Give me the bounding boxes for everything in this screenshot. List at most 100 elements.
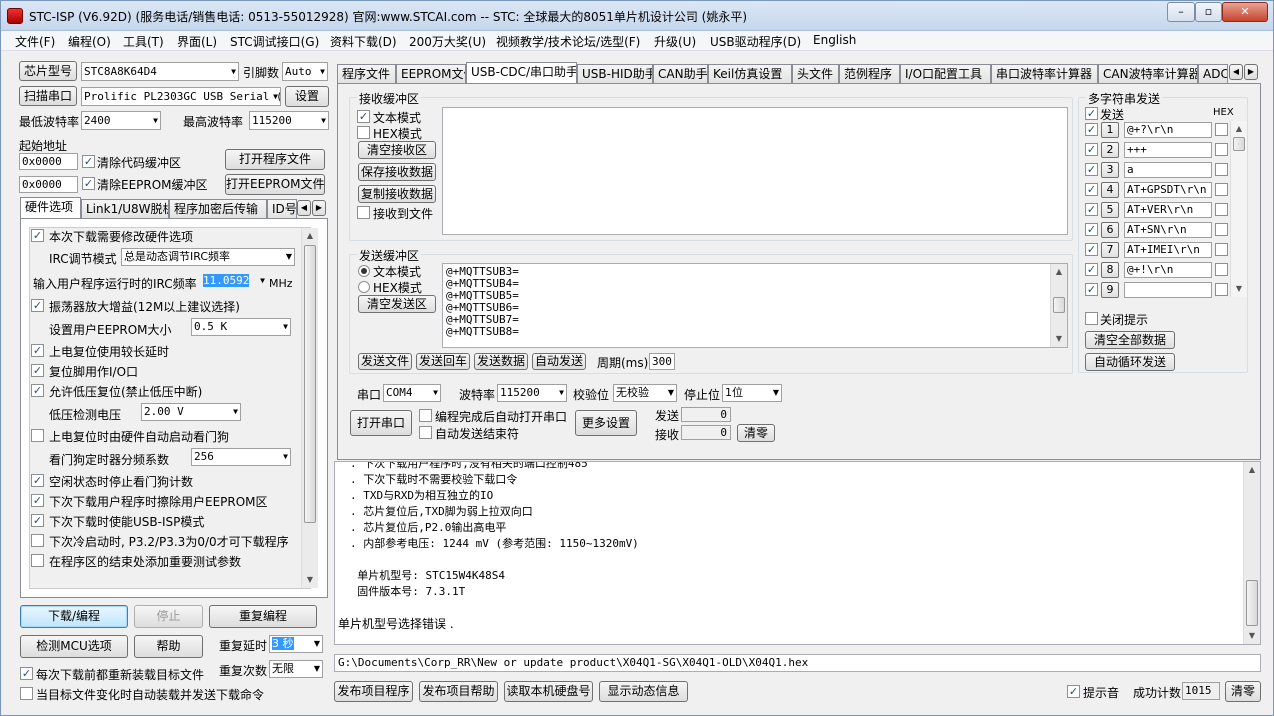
minimize-button[interactable]: – [1167,2,1195,22]
repeat-program-button[interactable]: 重复编程 [209,605,317,628]
irc-freq-select[interactable]: 11.0592 ▼ [201,273,267,291]
multi-send-row-checkbox[interactable]: ✓ [1085,143,1098,156]
wdt-div-select[interactable]: 256 ▼ [191,448,291,466]
download-program-button[interactable]: 下载/编程 [20,605,128,628]
multi-send-row-button[interactable]: 7 [1101,242,1119,258]
tab-hardware-options[interactable]: 硬件选项 [20,197,81,219]
repeat-delay-select[interactable]: 3 秒 ▼ [269,635,323,653]
multi-send-row-checkbox[interactable]: ✓ [1085,243,1098,256]
clear-success-count-button[interactable]: 清零 [1225,681,1261,702]
multi-send-row-input[interactable]: AT+GPSDT\r\n [1124,182,1212,198]
menu-video[interactable]: 视频教学/技术论坛/选型(F) [496,33,640,50]
max-baud-select[interactable]: 115200 ▼ [249,111,329,130]
scan-port-button[interactable]: 扫描串口 [19,86,77,106]
scroll-down-icon[interactable]: ▼ [302,572,318,588]
scroll-up-icon[interactable]: ▲ [1244,462,1260,478]
menu-debug[interactable]: STC调试接口(G) [230,33,319,50]
auto-load-checkbox[interactable] [20,687,33,700]
multi-send-row-hex-checkbox[interactable] [1215,203,1228,216]
clear-code-checkbox[interactable]: ✓ [82,155,95,168]
tab-link1[interactable]: Link1/U8W脱机 [81,199,169,219]
multi-send-row-checkbox[interactable]: ✓ [1085,163,1098,176]
multi-send-row-button[interactable]: 8 [1101,262,1119,278]
send-hex-mode-radio[interactable] [358,281,370,293]
clear-all-data-button[interactable]: 清空全部数据 [1085,331,1175,349]
send-text-mode-radio[interactable] [358,265,370,277]
menu-tools[interactable]: 工具(T) [123,33,164,50]
tab-program-file[interactable]: 程序文件 [337,64,396,84]
chip-model-select[interactable]: STC8A8K64D4 ▼ [81,62,239,81]
scroll-thumb[interactable] [1053,297,1065,313]
scroll-up-icon[interactable]: ▲ [1231,121,1247,137]
menu-prize[interactable]: 200万大奖(U) [409,33,486,50]
multi-send-row-button[interactable]: 1 [1101,122,1119,138]
idle-wdt-checkbox[interactable]: ✓ [31,474,44,487]
multi-send-row-hex-checkbox[interactable] [1215,263,1228,276]
stop-button[interactable]: 停止 [134,605,203,628]
scroll-thumb[interactable] [1246,580,1258,626]
tab-usb-hid[interactable]: USB-HID助手 [577,64,653,84]
multi-send-row-button[interactable]: 2 [1101,142,1119,158]
tab-can[interactable]: CAN助手 [653,64,708,84]
scroll-up-icon[interactable]: ▲ [1051,264,1067,280]
open-port-button[interactable]: 打开串口 [350,410,412,436]
multi-send-row-input[interactable]: a [1124,162,1212,178]
multi-send-row-input[interactable]: @+?\r\n [1124,122,1212,138]
send-return-button[interactable]: 发送回车 [416,353,470,370]
multi-send-row-hex-checkbox[interactable] [1215,143,1228,156]
multi-send-row-button[interactable]: 3 [1101,162,1119,178]
tab-scroll-left-icon[interactable]: ◀ [297,200,311,216]
multi-send-row-input[interactable]: @+!\r\n [1124,262,1212,278]
menu-interface[interactable]: 界面(L) [177,33,217,50]
tab-usb-cdc[interactable]: USB-CDC/串口助手 [466,62,577,84]
clear-receive-button[interactable]: 清空接收区 [358,141,436,159]
publish-program-button[interactable]: 发布项目程序 [334,681,413,702]
multi-send-row-checkbox[interactable]: ✓ [1085,283,1098,296]
multi-send-row-input[interactable]: AT+VER\r\n [1124,202,1212,218]
baud-select[interactable]: 115200 ▼ [497,384,567,402]
stopbits-select[interactable]: 1位 ▼ [722,384,782,402]
wdt-auto-checkbox[interactable] [31,429,44,442]
multi-send-row-button[interactable]: 4 [1101,182,1119,198]
auto-send-button[interactable]: 自动发送 [532,353,586,370]
options-scrollbar[interactable]: ▲ ▼ [301,228,318,588]
cold-start-checkbox[interactable] [31,534,44,547]
read-disk-button[interactable]: 读取本机硬盘号 [504,681,593,702]
multi-send-row-button[interactable]: 9 [1101,282,1119,298]
multi-send-row-hex-checkbox[interactable] [1215,163,1228,176]
multi-send-scrollbar[interactable]: ▲ ▼ [1230,121,1247,297]
tab-scroll-right-icon[interactable]: ▶ [1244,64,1258,80]
close-tip-checkbox[interactable] [1085,312,1098,325]
maximize-button[interactable]: ▫ [1195,2,1222,22]
eeprom-size-select[interactable]: 0.5 K ▼ [191,318,291,336]
send-file-button[interactable]: 发送文件 [358,353,412,370]
long-delay-checkbox[interactable]: ✓ [31,344,44,357]
receive-textarea[interactable] [442,107,1068,235]
multi-send-row-checkbox[interactable]: ✓ [1085,183,1098,196]
auto-open-checkbox[interactable] [419,409,432,422]
tab-can-baud-calc[interactable]: CAN波特率计算器 [1098,64,1198,84]
scroll-down-icon[interactable]: ▼ [1231,281,1247,297]
serial-port-select[interactable]: COM4 ▼ [383,384,441,402]
close-button[interactable]: ✕ [1222,2,1268,22]
menu-download[interactable]: 资料下载(D) [330,33,397,50]
tab-io-config[interactable]: I/O口配置工具 [900,64,991,84]
tab-encrypt[interactable]: 程序加密后传输 [169,199,267,219]
clear-send-button[interactable]: 清空发送区 [358,295,436,313]
chip-model-button[interactable]: 芯片型号 [19,61,77,81]
eeprom-address-input[interactable]: 0x0000 [19,176,78,193]
tab-eeprom-file[interactable]: EEPROM文件 [396,64,466,84]
repeat-count-select[interactable]: 无限 ▼ [269,660,323,678]
auto-loop-send-button[interactable]: 自动循环发送 [1085,353,1175,371]
period-input[interactable]: 300 [649,353,675,370]
multi-send-row-hex-checkbox[interactable] [1215,123,1228,136]
reload-checkbox[interactable]: ✓ [20,667,33,680]
clear-eeprom-checkbox[interactable]: ✓ [82,177,95,190]
code-address-input[interactable]: 0x0000 [19,153,78,170]
low-voltage-select[interactable]: 2.00 V ▼ [141,403,241,421]
multi-send-row-input[interactable]: +++ [1124,142,1212,158]
recv-hex-mode-checkbox[interactable] [357,126,370,139]
open-program-file-button[interactable]: 打开程序文件 [225,149,325,170]
help-button[interactable]: 帮助 [134,635,203,658]
menu-program[interactable]: 编程(O) [68,33,111,50]
